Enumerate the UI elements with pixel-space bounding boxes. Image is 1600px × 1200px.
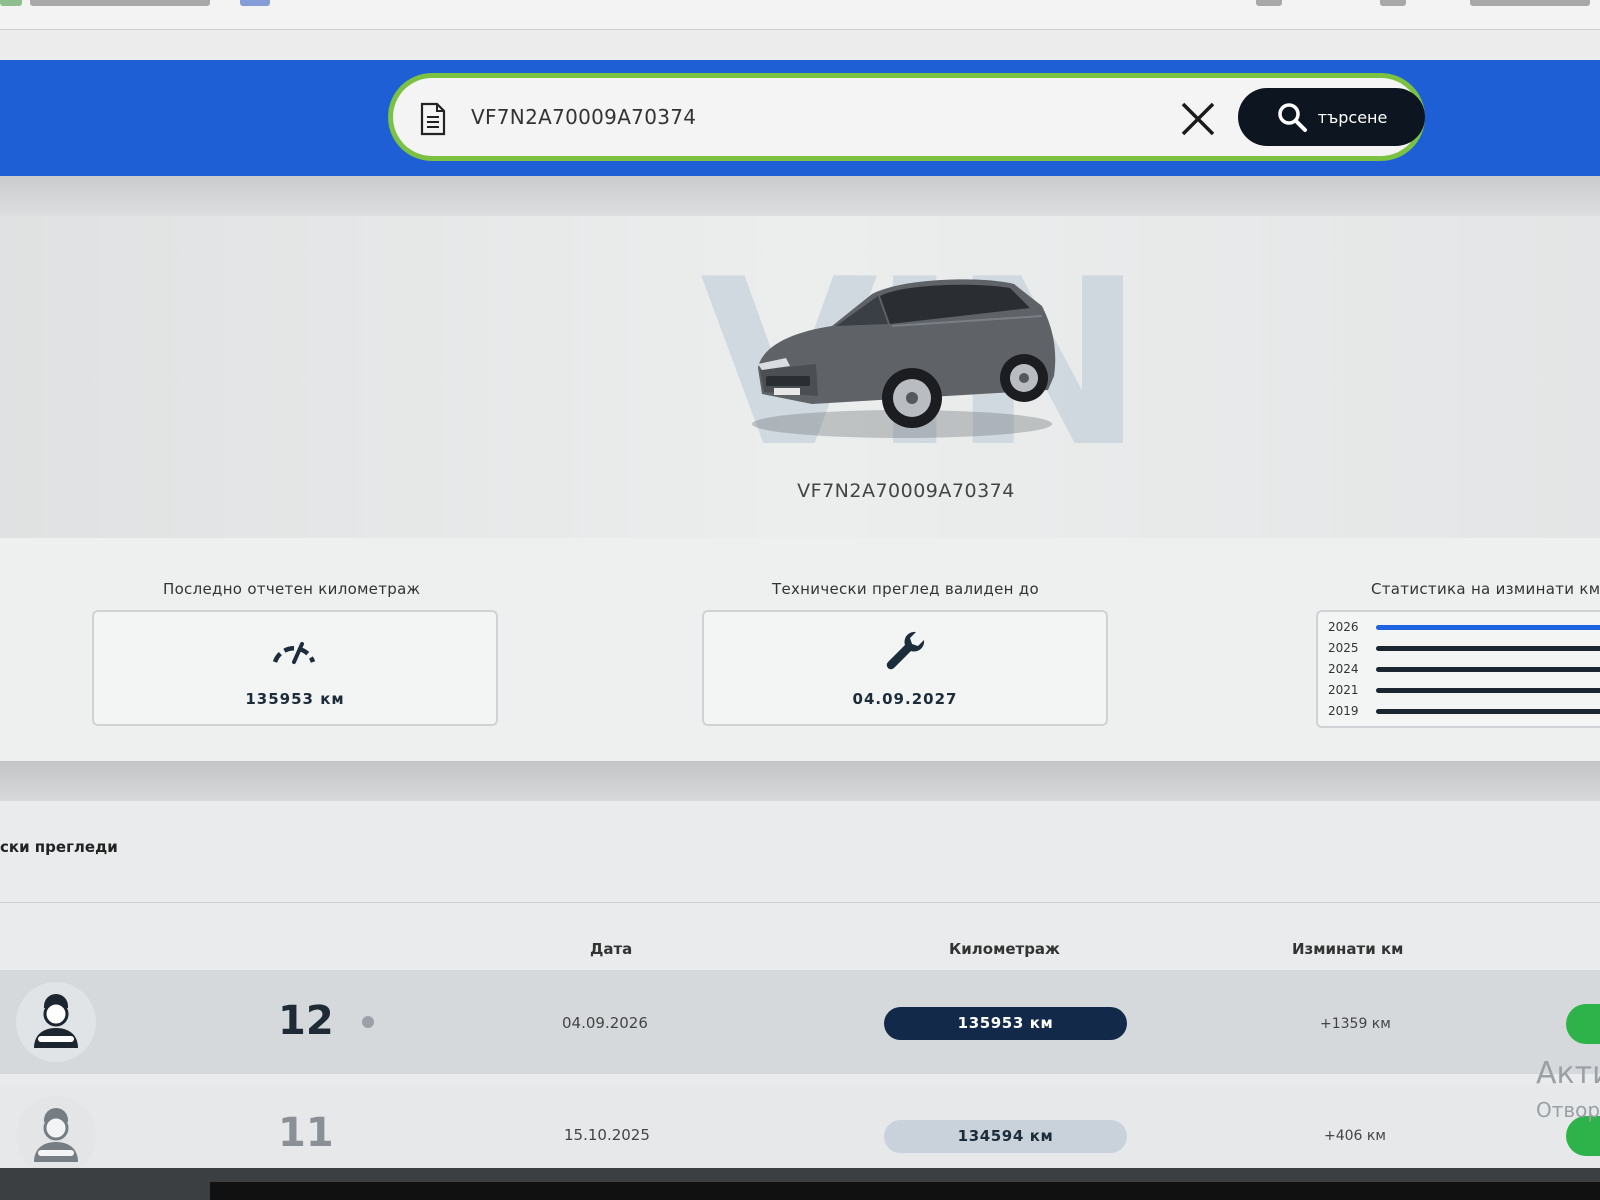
driven-km: +406 км (1324, 1128, 1386, 1144)
vin-search-input[interactable] (471, 96, 1131, 138)
mechanic-avatar (16, 982, 96, 1062)
mechanic-icon (34, 1108, 78, 1162)
mechanic-icon (34, 994, 78, 1048)
column-header-driven: Изминати км (1292, 940, 1404, 958)
bookmark-icon[interactable] (240, 0, 270, 6)
wrench-icon (886, 631, 925, 670)
clear-icon[interactable] (1179, 100, 1217, 138)
vehicle-stats: Последно отчетен километраж 135953 км Те… (0, 538, 1600, 761)
inspection-value: 04.09.2027 (852, 690, 958, 708)
inspections-section-title: ски прегледи (0, 838, 118, 856)
mileage-stats-title: Статистика на изминати км (1371, 580, 1600, 598)
os-activation-watermark-sub: Отвор (1536, 1098, 1600, 1122)
vehicle-vin-label: VF7N2A70009A70374 (797, 480, 1015, 502)
inspection-date: 04.09.2026 (562, 1014, 648, 1032)
year-stat-row: 2026 (1328, 620, 1600, 636)
year-label: 2025 (1328, 641, 1359, 655)
inspection-title: Технически преглед валиден до (772, 580, 1039, 598)
year-label: 2019 (1328, 704, 1359, 718)
year-bar (1376, 688, 1600, 693)
bookmark-item[interactable] (30, 0, 210, 6)
page-top-gap (0, 30, 1600, 60)
year-bar (1376, 667, 1600, 672)
year-bar (1376, 625, 1600, 630)
section-divider (0, 176, 1600, 216)
divider (0, 902, 1600, 903)
year-stat-row: 2019 (1328, 704, 1600, 720)
document-icon (420, 102, 446, 136)
search-button-label: търсене (1317, 107, 1388, 127)
mileage-badge: 135953 км (884, 1007, 1127, 1040)
os-activation-watermark: Акти (1536, 1056, 1600, 1091)
status-indicator[interactable] (1566, 1004, 1600, 1044)
bookmark-item[interactable] (1470, 0, 1590, 6)
mileage-value: 135953 км (245, 690, 345, 708)
search-button[interactable]: търсене (1238, 88, 1425, 146)
car-image (752, 279, 1056, 438)
year-stat-row: 2021 (1328, 683, 1600, 699)
inspection-date: 15.10.2025 (564, 1126, 650, 1144)
driven-km: +1359 км (1320, 1016, 1391, 1032)
browser-bookmarks-strip (0, 0, 1600, 30)
inspection-number: 11 (278, 1110, 334, 1156)
mileage-card: 135953 км (92, 610, 498, 726)
mileage-badge: 134594 км (884, 1120, 1127, 1153)
year-label: 2026 (1328, 620, 1359, 634)
year-label: 2024 (1328, 662, 1359, 676)
year-stat-row: 2024 (1328, 662, 1600, 678)
inspection-number: 12 (278, 998, 334, 1044)
speedometer-icon (272, 642, 316, 664)
status-dot (362, 1016, 374, 1028)
status-indicator[interactable] (1566, 1116, 1600, 1156)
search-box: търсене (393, 78, 1425, 156)
mileage-stats-chart: 2026 2025 2024 2021 2019 (1316, 610, 1600, 728)
year-bar (1376, 709, 1600, 714)
bookmark-icon[interactable] (1256, 0, 1282, 6)
section-divider (0, 761, 1600, 801)
inspection-card: 04.09.2027 (702, 610, 1108, 726)
bookmark-icon[interactable] (0, 0, 22, 6)
mechanic-avatar (16, 1096, 96, 1176)
column-header-date: Дата (590, 940, 633, 958)
year-stat-row: 2025 (1328, 641, 1600, 657)
mileage-title: Последно отчетен километраж (163, 580, 421, 598)
vin-search-bar: търсене (388, 73, 1425, 161)
column-header-mileage: Километраж (949, 940, 1060, 958)
bookmark-icon[interactable] (1380, 0, 1406, 6)
year-label: 2021 (1328, 683, 1359, 697)
search-icon (1277, 103, 1307, 132)
table-row[interactable]: 12 04.09.2026 135953 км +1359 км (0, 970, 1600, 1074)
vehicle-hero: VIN VF7N2A70009A70374 (0, 216, 1600, 538)
taskbar-strip (210, 1182, 1600, 1200)
year-bar (1376, 646, 1600, 651)
taskbar (0, 1168, 1600, 1200)
